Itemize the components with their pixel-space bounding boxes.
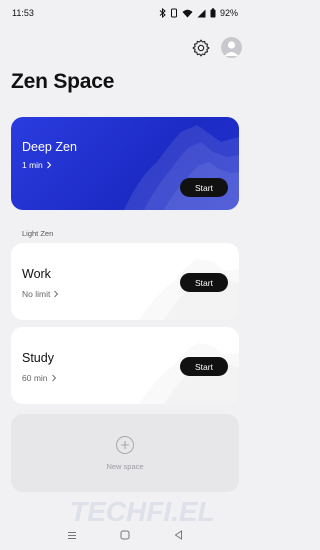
avatar[interactable] xyxy=(221,37,242,58)
battery-percent: 92% xyxy=(219,8,238,18)
top-actions xyxy=(191,37,242,58)
new-space-button[interactable]: New space xyxy=(11,414,239,492)
deep-zen-title: Deep Zen xyxy=(22,140,77,154)
chevron-right-icon xyxy=(51,374,56,382)
study-start-button[interactable]: Start xyxy=(180,357,228,376)
study-duration[interactable]: 60 min xyxy=(22,373,57,383)
section-label-light-zen: Light Zen xyxy=(22,229,54,238)
work-card[interactable]: Work No limit Start xyxy=(11,243,239,320)
study-duration-label: 60 min xyxy=(22,373,48,383)
home-icon[interactable] xyxy=(120,530,130,540)
battery-icon xyxy=(210,8,216,18)
back-icon[interactable] xyxy=(174,530,183,540)
plus-icon xyxy=(116,435,134,454)
deep-zen-card[interactable]: Deep Zen 1 min Start xyxy=(11,117,239,210)
gear-icon[interactable] xyxy=(191,38,211,58)
status-time: 11:53 xyxy=(12,8,34,18)
deep-zen-duration-label: 1 min xyxy=(22,160,43,170)
work-duration-label: No limit xyxy=(22,289,51,299)
signal-icon xyxy=(197,9,206,17)
deep-zen-start-button[interactable]: Start xyxy=(180,178,228,197)
wifi-icon xyxy=(182,9,193,17)
person-icon xyxy=(224,41,239,56)
study-card[interactable]: Study 60 min Start xyxy=(11,327,239,404)
chevron-right-icon xyxy=(54,290,59,298)
new-space-label: New space xyxy=(106,461,144,471)
deep-zen-duration[interactable]: 1 min xyxy=(22,160,52,170)
status-bar: 11:53 92% xyxy=(0,0,250,26)
work-duration[interactable]: No limit xyxy=(22,289,59,299)
bluetooth-icon xyxy=(159,8,166,18)
work-start-button[interactable]: Start xyxy=(180,273,228,292)
chevron-right-icon xyxy=(46,161,52,169)
status-icons: 92% xyxy=(159,8,238,18)
page-title: Zen Space xyxy=(11,70,115,93)
vibrate-icon xyxy=(170,8,177,18)
system-nav-bar xyxy=(0,520,250,550)
study-title: Study xyxy=(22,351,54,365)
menu-icon[interactable] xyxy=(67,531,77,540)
work-title: Work xyxy=(22,267,51,281)
